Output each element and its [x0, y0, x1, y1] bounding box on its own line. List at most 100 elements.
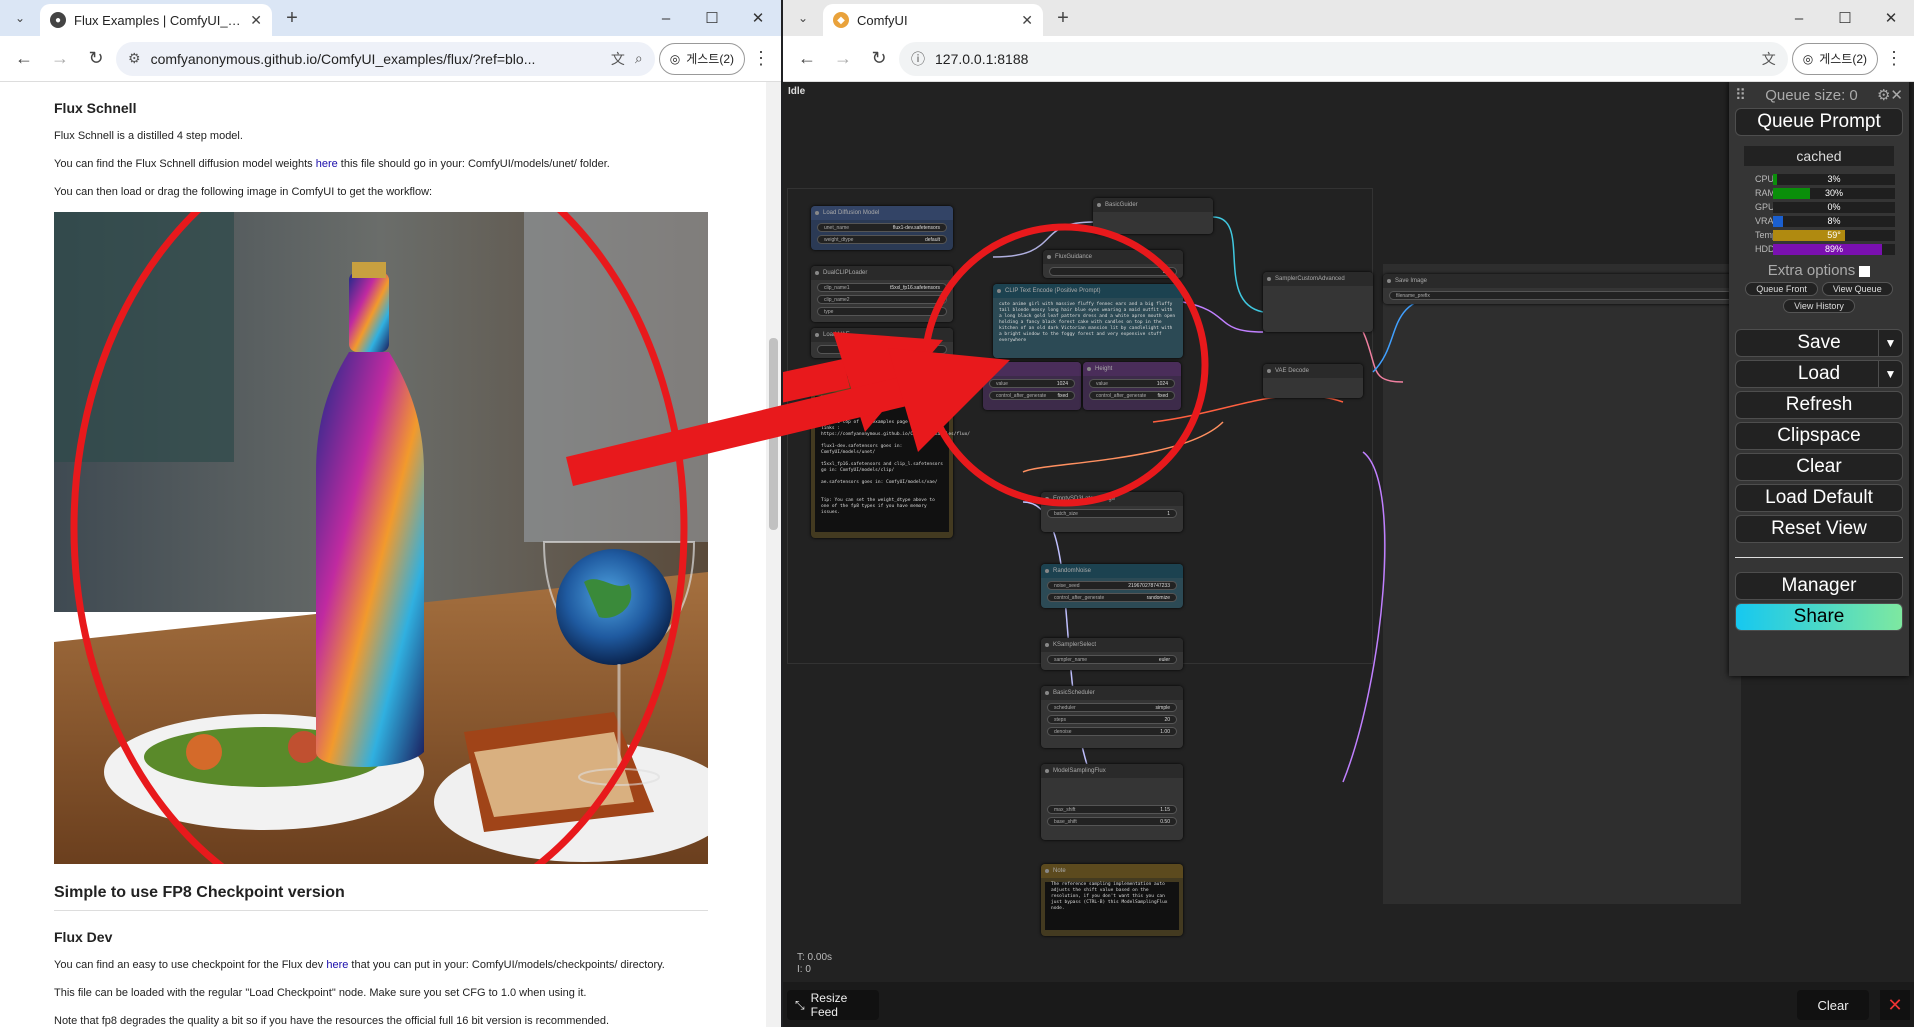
close-tab-icon[interactable]: ✕	[250, 12, 262, 29]
translate-icon[interactable]: 文	[611, 49, 625, 69]
manager-button[interactable]: Manager	[1735, 572, 1903, 600]
wine-bottle-picture	[54, 212, 708, 864]
forward-icon[interactable]: →	[44, 43, 76, 75]
profile-icon: ◎	[669, 51, 681, 66]
browser-toolbar: ← → ↻ ⚙ comfyanonymous.github.io/ComfyUI…	[0, 36, 781, 82]
url-text: 127.0.0.1:8188	[935, 50, 1029, 67]
heading-flux-schnell: Flux Schnell	[54, 100, 137, 116]
close-window-icon[interactable]: ✕	[1868, 0, 1914, 36]
close-feed-icon[interactable]: ✕	[1880, 990, 1910, 1020]
load-button[interactable]: Load ▼	[1735, 360, 1903, 388]
clipspace-button[interactable]: Clipspace	[1735, 422, 1903, 450]
view-queue-button[interactable]: View Queue	[1821, 282, 1893, 296]
resize-feed-button[interactable]: ⤡ Resize Feed	[787, 990, 879, 1020]
bottom-bar	[783, 982, 1914, 1027]
reset-view-button[interactable]: Reset View	[1735, 515, 1903, 543]
load-dropdown-icon[interactable]: ▼	[1878, 361, 1902, 387]
queue-header: ⠿ Queue size: 0 ⚙ ✕	[1729, 82, 1909, 108]
browser-toolbar: ← → ↻ ⓘ 127.0.0.1:8188 文 ◎ 게스트(2) ⋮	[783, 36, 1914, 82]
tab-strip: ⌄ ◆ ComfyUI ✕ + – ☐ ✕	[783, 0, 1914, 36]
refresh-button[interactable]: Refresh	[1735, 391, 1903, 419]
tab-comfyui[interactable]: ◆ ComfyUI ✕	[823, 4, 1043, 36]
menu-kebab-icon[interactable]: ⋮	[749, 48, 773, 69]
back-icon[interactable]: ←	[8, 43, 40, 75]
close-icon[interactable]: ✕	[1890, 86, 1903, 104]
link-here[interactable]: here	[316, 158, 338, 170]
tab-search-dropdown-icon[interactable]: ⌄	[8, 6, 32, 30]
annotation-overlay	[783, 223, 1209, 507]
forward-icon[interactable]: →	[827, 43, 859, 75]
tab-search-dropdown-icon[interactable]: ⌄	[791, 6, 815, 30]
url-text: comfyanonymous.github.io/ComfyUI_example…	[150, 50, 536, 67]
feed-clear-button[interactable]: Clear	[1797, 990, 1869, 1020]
back-icon[interactable]: ←	[791, 43, 823, 75]
comfy-menu: ⠿ Queue size: 0 ⚙ ✕ Queue Prompt cached …	[1729, 82, 1909, 676]
profile-label: 게스트(2)	[1819, 52, 1867, 66]
view-history-button[interactable]: View History	[1783, 299, 1855, 313]
new-tab-icon[interactable]: +	[280, 6, 304, 30]
save-dropdown-icon[interactable]: ▼	[1878, 330, 1902, 356]
tab-flux-examples[interactable]: ● Flux Examples | ComfyUI_exam ✕	[40, 4, 272, 36]
gear-icon[interactable]: ⚙	[1877, 86, 1890, 104]
reload-icon[interactable]: ↻	[863, 43, 895, 75]
link-here[interactable]: here	[326, 959, 348, 971]
workflow-image[interactable]	[54, 212, 708, 864]
share-button[interactable]: Share	[1735, 603, 1903, 631]
profile-button[interactable]: ◎ 게스트(2)	[1791, 42, 1878, 75]
paragraph: Flux Schnell is a distilled 4 step model…	[54, 130, 243, 142]
address-bar[interactable]: ⓘ 127.0.0.1:8188 文	[899, 41, 1788, 76]
clear-button[interactable]: Clear	[1735, 453, 1903, 481]
monitor-vram: VRAM 8%	[1743, 214, 1895, 228]
translate-icon[interactable]: 文	[1762, 49, 1776, 69]
monitor-gpu: GPU 0%	[1743, 200, 1895, 214]
paragraph: This file can be loaded with the regular…	[54, 987, 587, 999]
monitor-temp: Temp 59°	[1743, 228, 1895, 242]
queue-prompt-button[interactable]: Queue Prompt	[1735, 108, 1903, 136]
menu-divider	[1735, 557, 1903, 558]
page-content: Flux Schnell Flux Schnell is a distilled…	[0, 82, 766, 1027]
extra-options[interactable]: Extra options	[1729, 262, 1909, 279]
graph-canvas[interactable]: Idle Load Diffusion Model unet_name flux1…	[783, 82, 1914, 1027]
drag-handle-icon[interactable]: ⠿	[1735, 86, 1746, 104]
heading-fp8-checkpoint: Simple to use FP8 Checkpoint version	[54, 884, 708, 911]
minimize-icon[interactable]: –	[643, 0, 689, 36]
paragraph: Note that fp8 degrades the quality a bit…	[54, 1015, 610, 1027]
page-scrollbar[interactable]	[766, 82, 781, 1027]
site-info-icon[interactable]: ⚙	[128, 50, 141, 67]
left-browser-window: ⌄ ● Flux Examples | ComfyUI_exam ✕ + – ☐…	[0, 0, 781, 1027]
tab-strip: ⌄ ● Flux Examples | ComfyUI_exam ✕ + – ☐…	[0, 0, 781, 36]
heading-flux-dev: Flux Dev	[54, 929, 113, 945]
maximize-icon[interactable]: ☐	[1822, 0, 1868, 36]
extra-options-checkbox[interactable]	[1859, 265, 1871, 277]
address-bar[interactable]: ⚙ comfyanonymous.github.io/ComfyUI_examp…	[116, 41, 655, 76]
menu-kebab-icon[interactable]: ⋮	[1882, 48, 1906, 69]
tab-title: Flux Examples | ComfyUI_exam	[74, 12, 243, 28]
profile-icon: ◎	[1802, 51, 1814, 66]
reload-icon[interactable]: ↻	[80, 43, 112, 75]
new-tab-icon[interactable]: +	[1051, 6, 1075, 30]
close-tab-icon[interactable]: ✕	[1021, 12, 1033, 29]
scrollbar-thumb[interactable]	[769, 338, 778, 530]
cached-status: cached	[1744, 146, 1894, 166]
resize-icon: ⤡	[795, 997, 805, 1012]
monitor-cpu: CPU 3%	[1743, 172, 1895, 186]
close-window-icon[interactable]: ✕	[735, 0, 781, 36]
right-browser-window: ⌄ ◆ ComfyUI ✕ + – ☐ ✕ ← → ↻ ⓘ 127.0.0.1:…	[783, 0, 1914, 1027]
info-icon[interactable]: ⓘ	[911, 49, 925, 69]
profile-button[interactable]: ◎ 게스트(2)	[658, 42, 745, 75]
monitor-hdd: HDD 89%	[1743, 242, 1895, 256]
render-stats: T: 0.00s I: 0	[797, 952, 833, 975]
comfyui-favicon-icon: ◆	[833, 12, 849, 28]
github-icon: ●	[50, 12, 66, 28]
load-default-button[interactable]: Load Default	[1735, 484, 1903, 512]
zoom-icon[interactable]: ⌕	[635, 50, 643, 67]
resource-monitors: CPU 3% RAM 30% GPU 0% VRAM 8% Temp 59° HDD 89%	[1743, 172, 1895, 256]
paragraph: You can find the Flux Schnell diffusion …	[54, 158, 610, 170]
monitor-ram: RAM 30%	[1743, 186, 1895, 200]
save-button[interactable]: Save ▼	[1735, 329, 1903, 357]
maximize-icon[interactable]: ☐	[689, 0, 735, 36]
minimize-icon[interactable]: –	[1776, 0, 1822, 36]
profile-label: 게스트(2)	[686, 52, 734, 66]
paragraph: You can then load or drag the following …	[54, 186, 433, 198]
queue-front-button[interactable]: Queue Front	[1745, 282, 1818, 296]
